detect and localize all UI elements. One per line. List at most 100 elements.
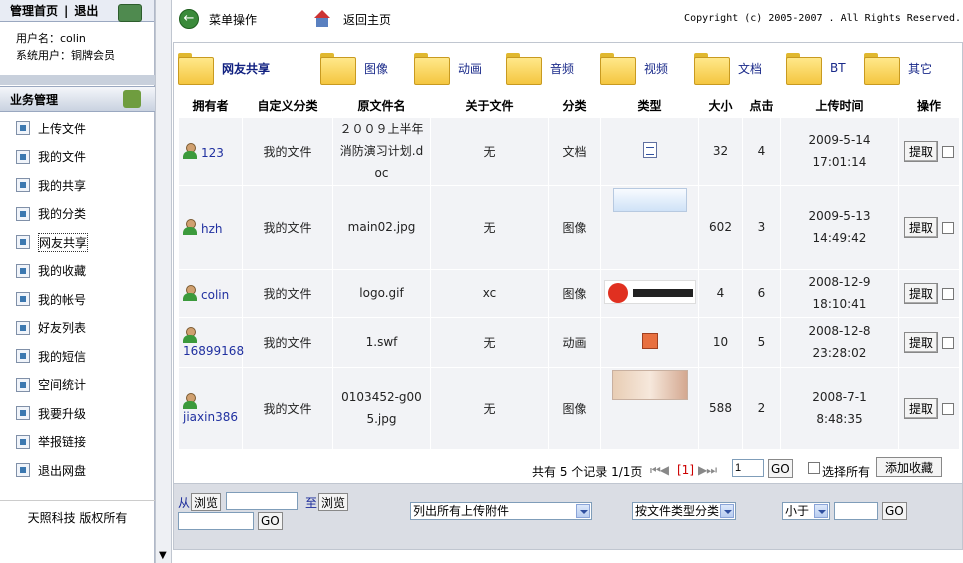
sidebar-scrollbar[interactable]: ▼ [155,0,172,563]
home-icon[interactable] [313,10,331,28]
sidebar-item-4[interactable]: 网友共享 [0,228,155,257]
fetch-button[interactable]: 提取 [903,331,938,353]
select-all-checkbox[interactable] [808,462,820,474]
action-cell[interactable]: 提取 [898,366,960,450]
category-5[interactable]: 文档 [694,53,762,85]
owner-name[interactable]: hzh [201,222,223,236]
sidebar-item-2[interactable]: 我的共享 [0,171,155,200]
action-cell[interactable]: 提取 [898,316,960,368]
admin-home-link[interactable]: 管理首页 [10,2,58,19]
category-3[interactable]: 音频 [506,53,575,85]
column-header: 原文件名 [332,95,431,117]
link-separator: | [64,3,69,18]
category-4[interactable]: 视频 [600,53,668,85]
to-browse-button[interactable]: 浏览 [318,493,349,511]
row-checkbox[interactable] [942,403,954,415]
owner-name[interactable]: 123 [201,146,224,160]
sidebar-item-0[interactable]: 上传文件 [0,114,155,143]
current-page[interactable]: [1] [677,463,694,477]
category-label: 音频 [550,61,575,76]
action-cell[interactable]: 提取 [898,268,960,318]
sidebar-item-11[interactable]: 举报链接 [0,428,155,457]
list-attachments-select[interactable]: 列出所有上传附件 [410,502,592,520]
owner-name[interactable]: colin [201,288,229,302]
exit-icon [16,463,30,478]
owner-cell[interactable]: 123 [178,116,243,186]
sidebar-item-7[interactable]: 好友列表 [0,314,155,343]
sidebar-item-9[interactable]: 空间统计 [0,371,155,400]
about-cell-text: xc [482,286,497,300]
file-table: 拥有者 自定义分类 原文件名 关于文件 分类 类型 大小 点击 上传时间 操作 123 我的文件 ２０… [178,95,960,450]
owner-cell[interactable]: jiaxin386 [178,366,243,450]
file-thumbnail-icon[interactable] [603,279,696,304]
page-number-input[interactable] [732,459,764,477]
sidebar-item-12[interactable]: 退出网盘 [0,456,155,485]
row-checkbox[interactable] [942,288,954,300]
sidebar-item-5[interactable]: 我的收藏 [0,257,155,286]
folder-icon [320,53,356,85]
menu-operation-link[interactable]: 菜单操作 [209,11,257,28]
fetch-button[interactable]: 提取 [903,216,938,238]
owner-cell[interactable]: 16899168 [178,316,244,368]
sidebar-item-3[interactable]: 我的分类 [0,200,155,229]
go-home-link[interactable]: 返回主页 [343,11,391,28]
fetch-button[interactable]: 提取 [903,282,938,304]
category-cell: 图像 [548,268,601,318]
category-7[interactable]: 其它 [864,53,932,85]
upload-time-cell-text: 2009-5-13 14:49:42 [808,209,871,245]
action-cell[interactable]: 提取 [898,184,960,270]
owner-name[interactable]: jiaxin386 [183,410,238,424]
row-checkbox[interactable] [942,337,954,349]
record-summary: 共有 5 个记录 1/1页 [532,465,643,479]
size-input[interactable] [834,502,878,520]
scroll-down-icon[interactable]: ▼ [159,550,167,561]
chevron-down-icon[interactable] [720,504,734,518]
row-checkbox[interactable] [942,146,954,158]
action-cell[interactable]: 提取 [898,116,960,186]
type-cell [600,184,699,270]
from-date-input[interactable] [226,492,298,510]
pager-nav-next-icon[interactable]: ▶⏭ [698,463,717,478]
share-icon [16,178,30,193]
owner-cell[interactable]: hzh [178,184,243,270]
sidebar-footer: 天照科技 版权所有 [0,500,155,526]
pager-nav-prev-icon[interactable]: ⏮◀ [650,463,669,478]
category-icon [16,206,30,221]
category-6[interactable]: BT [786,53,846,85]
compare-select[interactable]: 小于 [782,502,830,520]
custom-category-cell: 我的文件 [242,184,333,270]
chevron-down-icon[interactable] [576,504,590,518]
file-type-select[interactable]: 按文件类型分类 [632,502,736,520]
fetch-button[interactable]: 提取 [903,397,938,419]
category-label: BT [830,61,846,75]
page-go-button[interactable]: GO [768,459,793,478]
file-thumbnail-icon[interactable] [612,187,687,212]
size-cell: 10 [698,316,743,368]
sidebar-item-10[interactable]: 我要升级 [0,399,155,428]
sidebar-item-1[interactable]: 我的文件 [0,143,155,172]
owner-cell[interactable]: colin [178,268,243,318]
date-go-button[interactable]: GO [258,512,283,530]
row-checkbox[interactable] [942,222,954,234]
from-browse-button[interactable]: 浏览 [191,493,222,511]
category-cell: 图像 [548,366,601,450]
category-2[interactable]: 动画 [414,53,482,85]
chevron-down-icon[interactable] [814,504,828,518]
owner-name[interactable]: 16899168 [183,344,244,358]
category-1[interactable]: 图像 [320,53,388,85]
size-cell: 4 [698,268,743,318]
file-thumbnail-icon[interactable] [641,332,658,349]
logout-link[interactable]: 退出 [74,2,98,19]
fetch-button[interactable]: 提取 [903,140,938,162]
file-thumbnail-icon[interactable] [642,141,657,158]
back-arrow-icon[interactable]: ← [179,9,199,29]
sidebar-item-8[interactable]: 我的短信 [0,342,155,371]
size-cell-text: 588 [709,401,732,415]
category-0[interactable]: 网友共享 [178,53,270,85]
to-date-input[interactable] [178,512,254,530]
add-favorite-button[interactable]: 添加收藏 [876,457,943,477]
file-thumbnail-icon[interactable] [611,369,688,400]
about-cell: xc [430,268,549,318]
sidebar-item-6[interactable]: 我的帐号 [0,285,155,314]
size-go-button[interactable]: GO [882,502,907,520]
